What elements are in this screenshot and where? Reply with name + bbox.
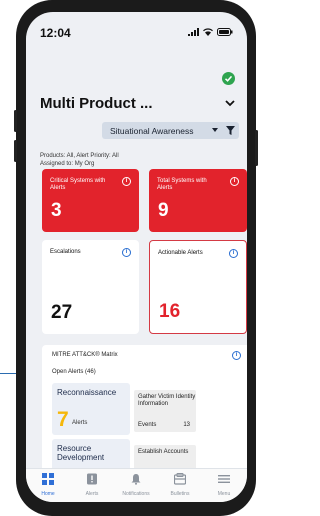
actionable-alerts-card[interactable]: Actionable Alerts i 16 <box>149 240 247 334</box>
alert-icon <box>87 473 97 485</box>
bottom-nav: Home Alerts Notifications Bulletins Menu <box>26 468 247 502</box>
mitre-matrix-panel: MITRE ATT&CK® Matrix i Open Alerts (46) … <box>42 345 247 475</box>
menu-icon <box>218 475 230 483</box>
open-alerts-count: Open Alerts (46) <box>52 369 96 375</box>
technique-gather-victim-identity[interactable]: Gather Victim Identity Information Event… <box>134 390 196 432</box>
card-label: Total Systems with Alerts <box>157 178 207 191</box>
filter-button[interactable] <box>222 122 239 139</box>
mitre-title: MITRE ATT&CK® Matrix <box>52 352 118 358</box>
technique-events: Events 13 <box>138 422 190 428</box>
nav-alerts[interactable]: Alerts <box>70 469 114 502</box>
signal-icon <box>188 28 199 36</box>
battery-icon <box>217 28 233 36</box>
total-systems-card[interactable]: Total Systems with Alerts i 9 <box>149 169 247 232</box>
events-count: 13 <box>183 422 190 428</box>
caret-down-icon <box>212 128 218 132</box>
status-bar: 12:04 <box>26 12 247 46</box>
chevron-down-icon[interactable] <box>225 100 235 107</box>
info-icon[interactable]: i <box>229 249 238 258</box>
info-icon[interactable]: i <box>122 248 131 257</box>
app-screen: 12:04 Multi Product ... Situational Awar… <box>26 12 247 502</box>
nav-notifications[interactable]: Notifications <box>114 469 158 502</box>
home-icon <box>42 473 54 485</box>
filter-icon <box>226 126 235 135</box>
page-title: Multi Product ... <box>40 95 153 112</box>
status-time: 12:04 <box>40 26 71 40</box>
bulletin-icon <box>174 473 186 485</box>
nav-label: Notifications <box>122 491 150 497</box>
filters-summary: Products: All, Alert Priority: All Assig… <box>40 152 119 168</box>
tactic-name: Reconnaissance <box>57 388 117 397</box>
technique-name: Establish Accounts <box>138 449 189 455</box>
nav-bulletins[interactable]: Bulletins <box>158 469 202 502</box>
card-value: 9 <box>158 200 169 221</box>
nav-label: Home <box>41 491 55 497</box>
view-dropdown[interactable]: Situational Awareness <box>102 122 226 139</box>
tactic-name: Resource Development <box>57 444 105 462</box>
nav-home[interactable]: Home <box>26 469 70 502</box>
info-icon[interactable]: i <box>232 351 241 360</box>
volume-button <box>14 140 17 162</box>
card-label: Escalations <box>50 249 81 255</box>
nav-label: Bulletins <box>170 491 190 497</box>
view-dropdown-label: Situational Awareness <box>110 125 194 136</box>
tactic-alert-unit: Alerts <box>72 420 88 426</box>
card-label: Critical Systems with Alerts <box>50 178 106 191</box>
nav-label: Menu <box>217 491 231 497</box>
power-button <box>255 130 258 166</box>
card-value: 16 <box>159 301 181 322</box>
technique-name: Gather Victim Identity Information <box>138 394 196 407</box>
info-icon[interactable]: i <box>230 177 239 186</box>
escalations-card[interactable]: Escalations i 27 <box>42 240 139 334</box>
status-icons <box>188 28 233 36</box>
connection-status-icon <box>222 72 235 85</box>
events-label: Events <box>138 422 157 428</box>
filters-products: Products: All, Alert Priority: All <box>40 153 119 159</box>
filters-assigned: Assigned to: My Org <box>40 161 95 167</box>
nav-menu[interactable]: Menu <box>202 469 246 502</box>
nav-label: Alerts <box>85 491 99 497</box>
bell-icon <box>131 474 141 485</box>
volume-button <box>14 110 17 132</box>
info-icon[interactable]: i <box>122 177 131 186</box>
card-value: 27 <box>51 302 73 323</box>
wifi-icon <box>203 28 213 36</box>
critical-systems-card[interactable]: Critical Systems with Alerts i 3 <box>42 169 139 232</box>
tactic-reconnaissance[interactable]: Reconnaissance 7 Alerts <box>52 383 130 435</box>
card-value: 3 <box>51 200 62 221</box>
card-label: Actionable Alerts <box>158 250 203 256</box>
tactic-alert-count: 7 <box>57 408 69 431</box>
